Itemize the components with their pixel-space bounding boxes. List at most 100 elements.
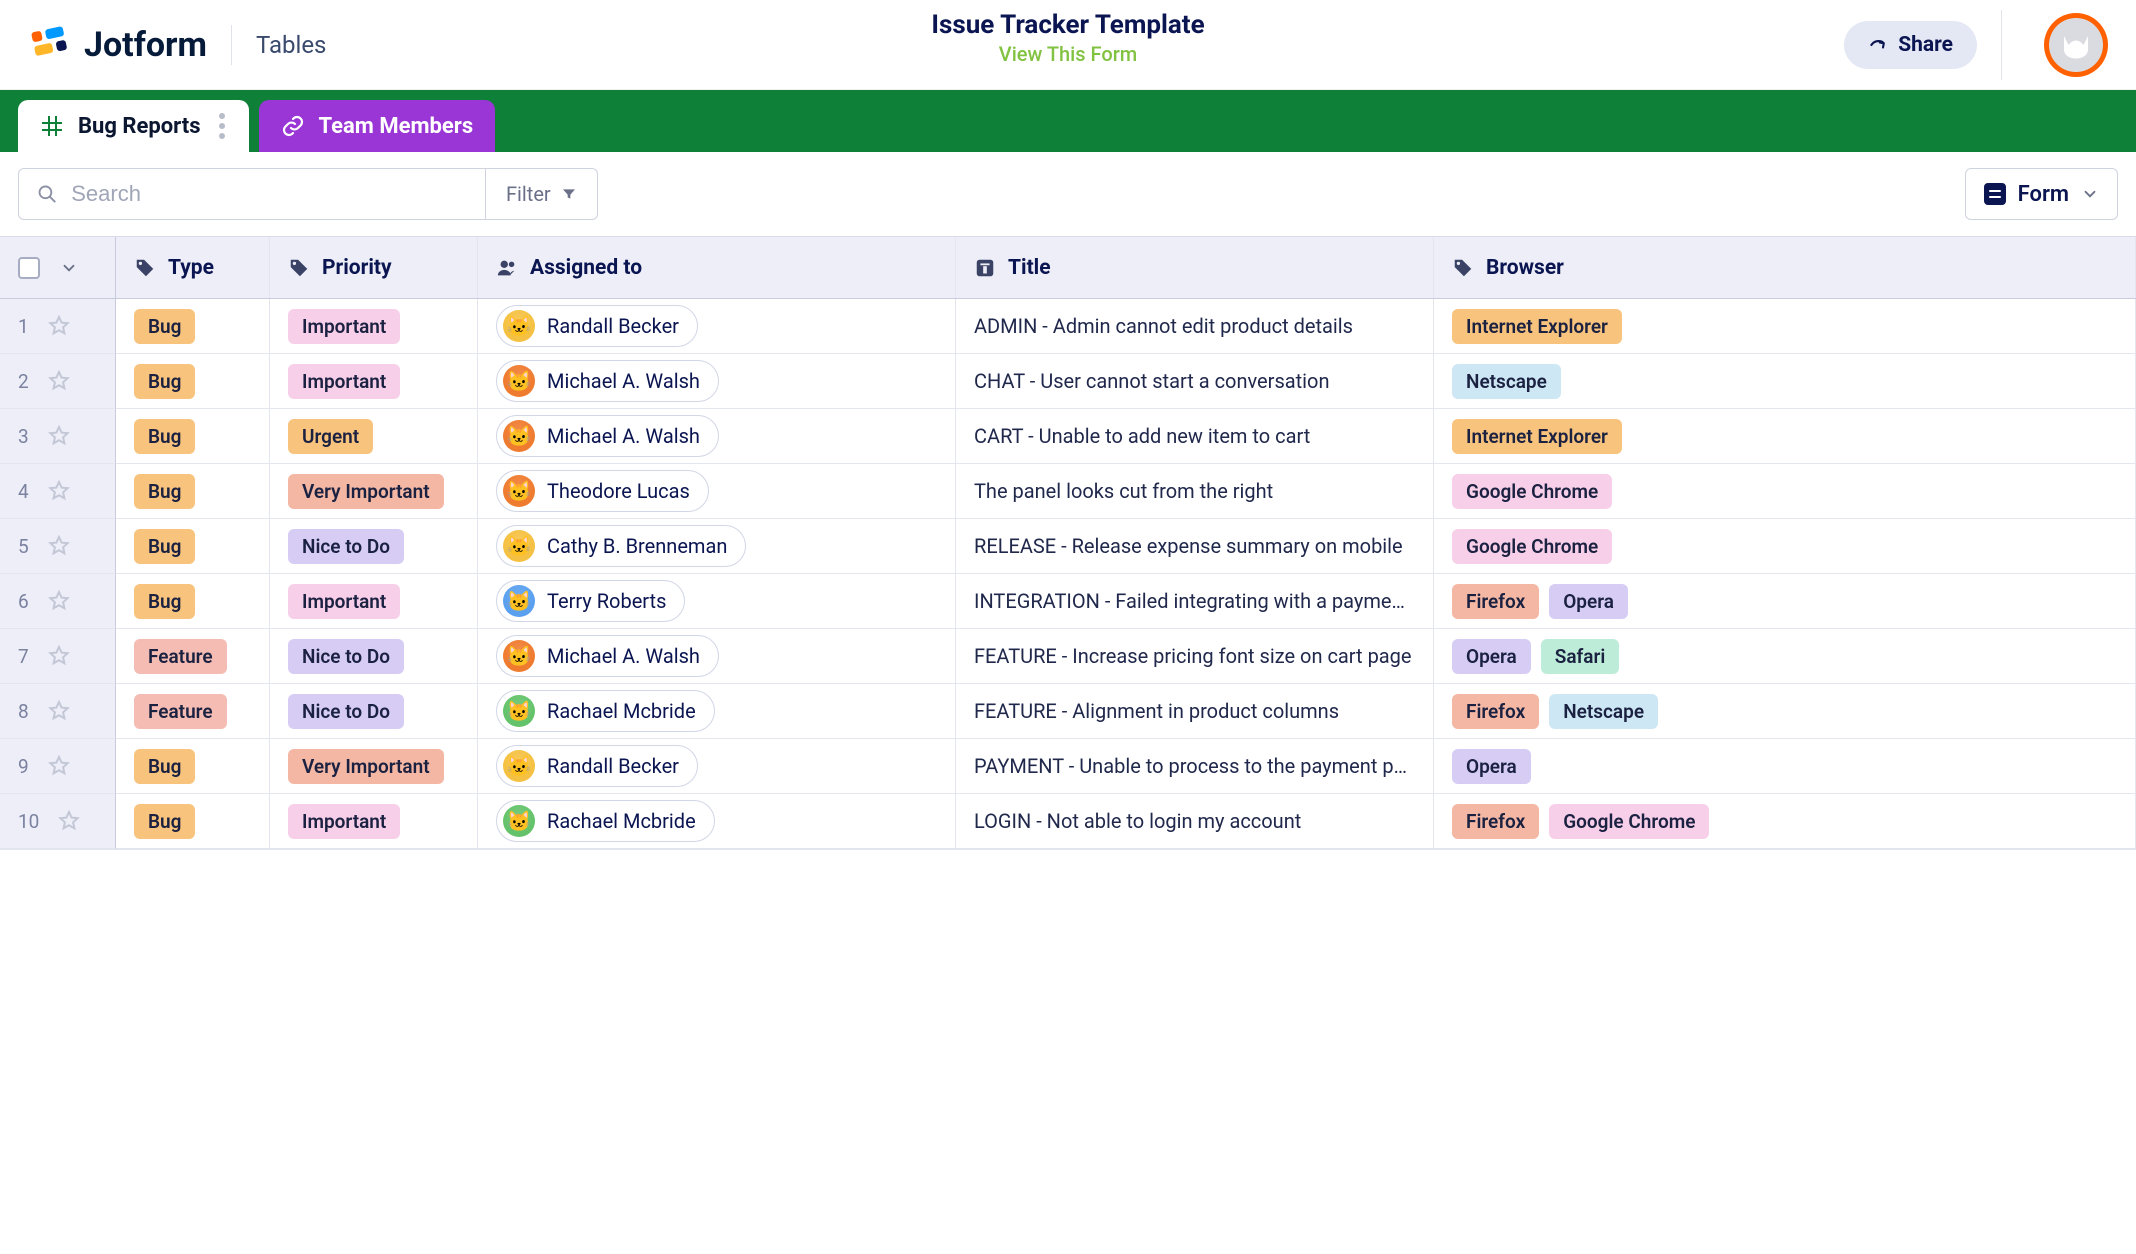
col-header-title[interactable]: Title (956, 237, 1434, 298)
tab-bug-reports[interactable]: Bug Reports (18, 100, 249, 152)
row-number-cell[interactable]: 6 (0, 574, 116, 629)
priority-cell[interactable]: Important (270, 354, 478, 409)
col-header-priority[interactable]: Priority (270, 237, 478, 298)
star-icon[interactable] (47, 369, 71, 393)
row-number-cell[interactable]: 8 (0, 684, 116, 739)
row-number-cell[interactable]: 5 (0, 519, 116, 574)
browser-cell[interactable]: Netscape (1434, 354, 2136, 409)
type-cell[interactable]: Bug (116, 354, 270, 409)
type-cell[interactable]: Bug (116, 299, 270, 354)
browser-cell[interactable]: FirefoxGoogle Chrome (1434, 794, 2136, 849)
priority-cell[interactable]: Nice to Do (270, 629, 478, 684)
search-box[interactable] (18, 168, 486, 220)
table-row[interactable]: 10 BugImportant 🐱 Rachael Mcbride LOGIN … (0, 794, 2136, 849)
assignee-pill[interactable]: 🐱 Randall Becker (496, 305, 698, 347)
priority-cell[interactable]: Very Important (270, 739, 478, 794)
search-input[interactable] (71, 181, 467, 207)
browser-cell[interactable]: OperaSafari (1434, 629, 2136, 684)
priority-cell[interactable]: Nice to Do (270, 684, 478, 739)
browser-cell[interactable]: Google Chrome (1434, 464, 2136, 519)
priority-cell[interactable]: Important (270, 574, 478, 629)
table-row[interactable]: 4 BugVery Important 🐱 Theodore Lucas The… (0, 464, 2136, 519)
row-number-cell[interactable]: 2 (0, 354, 116, 409)
row-number-cell[interactable]: 4 (0, 464, 116, 519)
title-cell[interactable]: FEATURE - Increase pricing font size on … (956, 629, 1434, 684)
table-row[interactable]: 9 BugVery Important 🐱 Randall Becker PAY… (0, 739, 2136, 794)
assignee-pill[interactable]: 🐱 Michael A. Walsh (496, 635, 719, 677)
assignee-pill[interactable]: 🐱 Cathy B. Brenneman (496, 525, 746, 567)
row-number-cell[interactable]: 9 (0, 739, 116, 794)
browser-cell[interactable]: FirefoxOpera (1434, 574, 2136, 629)
browser-cell[interactable]: Google Chrome (1434, 519, 2136, 574)
title-cell[interactable]: CART - Unable to add new item to cart (956, 409, 1434, 464)
table-row[interactable]: 5 BugNice to Do 🐱 Cathy B. Brenneman REL… (0, 519, 2136, 574)
table-row[interactable]: 1 BugImportant 🐱 Randall Becker ADMIN - … (0, 299, 2136, 354)
brand-subtitle[interactable]: Tables (256, 31, 326, 59)
row-number-cell[interactable]: 10 (0, 794, 116, 849)
select-all-checkbox[interactable] (18, 257, 40, 279)
star-icon[interactable] (47, 589, 71, 613)
row-number-cell[interactable]: 3 (0, 409, 116, 464)
browser-cell[interactable]: Internet Explorer (1434, 409, 2136, 464)
assignee-pill[interactable]: 🐱 Terry Roberts (496, 580, 685, 622)
priority-cell[interactable]: Important (270, 299, 478, 354)
assigned-cell[interactable]: 🐱 Cathy B. Brenneman (478, 519, 956, 574)
title-cell[interactable]: RELEASE - Release expense summary on mob… (956, 519, 1434, 574)
title-cell[interactable]: PAYMENT - Unable to process to the payme… (956, 739, 1434, 794)
filter-button[interactable]: Filter (486, 168, 598, 220)
page-title[interactable]: Issue Tracker Template (931, 10, 1204, 40)
priority-cell[interactable]: Important (270, 794, 478, 849)
assignee-pill[interactable]: 🐱 Michael A. Walsh (496, 415, 719, 457)
row-number-cell[interactable]: 7 (0, 629, 116, 684)
browser-cell[interactable]: Opera (1434, 739, 2136, 794)
browser-cell[interactable]: FirefoxNetscape (1434, 684, 2136, 739)
type-cell[interactable]: Feature (116, 684, 270, 739)
view-selector[interactable]: Form (1965, 168, 2118, 220)
browser-cell[interactable]: Internet Explorer (1434, 299, 2136, 354)
col-header-type[interactable]: Type (116, 237, 270, 298)
title-cell[interactable]: CHAT - User cannot start a conversation (956, 354, 1434, 409)
assignee-pill[interactable]: 🐱 Rachael Mcbride (496, 690, 715, 732)
assigned-cell[interactable]: 🐱 Michael A. Walsh (478, 354, 956, 409)
select-all-cell[interactable] (0, 237, 116, 298)
title-cell[interactable]: LOGIN - Not able to login my account (956, 794, 1434, 849)
title-cell[interactable]: ADMIN - Admin cannot edit product detail… (956, 299, 1434, 354)
star-icon[interactable] (47, 479, 71, 503)
table-row[interactable]: 8 FeatureNice to Do 🐱 Rachael Mcbride FE… (0, 684, 2136, 739)
view-form-link[interactable]: View This Form (931, 42, 1204, 66)
type-cell[interactable]: Bug (116, 574, 270, 629)
tab-team-members[interactable]: Team Members (259, 100, 496, 152)
assignee-pill[interactable]: 🐱 Randall Becker (496, 745, 698, 787)
star-icon[interactable] (47, 534, 71, 558)
assigned-cell[interactable]: 🐱 Randall Becker (478, 299, 956, 354)
col-header-assigned[interactable]: Assigned to (478, 237, 956, 298)
assigned-cell[interactable]: 🐱 Randall Becker (478, 739, 956, 794)
assigned-cell[interactable]: 🐱 Rachael Mcbride (478, 794, 956, 849)
table-row[interactable]: 3 BugUrgent 🐱 Michael A. Walsh CART - Un… (0, 409, 2136, 464)
user-avatar[interactable] (2044, 13, 2108, 77)
chevron-down-icon[interactable] (60, 259, 78, 277)
star-icon[interactable] (47, 644, 71, 668)
table-row[interactable]: 6 BugImportant 🐱 Terry Roberts INTEGRATI… (0, 574, 2136, 629)
star-icon[interactable] (47, 699, 71, 723)
table-row[interactable]: 2 BugImportant 🐱 Michael A. Walsh CHAT -… (0, 354, 2136, 409)
assigned-cell[interactable]: 🐱 Rachael Mcbride (478, 684, 956, 739)
type-cell[interactable]: Feature (116, 629, 270, 684)
assigned-cell[interactable]: 🐱 Michael A. Walsh (478, 409, 956, 464)
priority-cell[interactable]: Nice to Do (270, 519, 478, 574)
star-icon[interactable] (47, 424, 71, 448)
title-cell[interactable]: INTEGRATION - Failed integrating with a … (956, 574, 1434, 629)
table-row[interactable]: 7 FeatureNice to Do 🐱 Michael A. Walsh F… (0, 629, 2136, 684)
priority-cell[interactable]: Urgent (270, 409, 478, 464)
title-cell[interactable]: The panel looks cut from the right (956, 464, 1434, 519)
col-header-browser[interactable]: Browser (1434, 237, 2136, 298)
star-icon[interactable] (47, 314, 71, 338)
row-number-cell[interactable]: 1 (0, 299, 116, 354)
logo[interactable]: Jotform (28, 23, 207, 67)
assigned-cell[interactable]: 🐱 Michael A. Walsh (478, 629, 956, 684)
assignee-pill[interactable]: 🐱 Rachael Mcbride (496, 800, 715, 842)
share-button[interactable]: Share (1844, 21, 1977, 69)
type-cell[interactable]: Bug (116, 409, 270, 464)
assignee-pill[interactable]: 🐱 Michael A. Walsh (496, 360, 719, 402)
priority-cell[interactable]: Very Important (270, 464, 478, 519)
